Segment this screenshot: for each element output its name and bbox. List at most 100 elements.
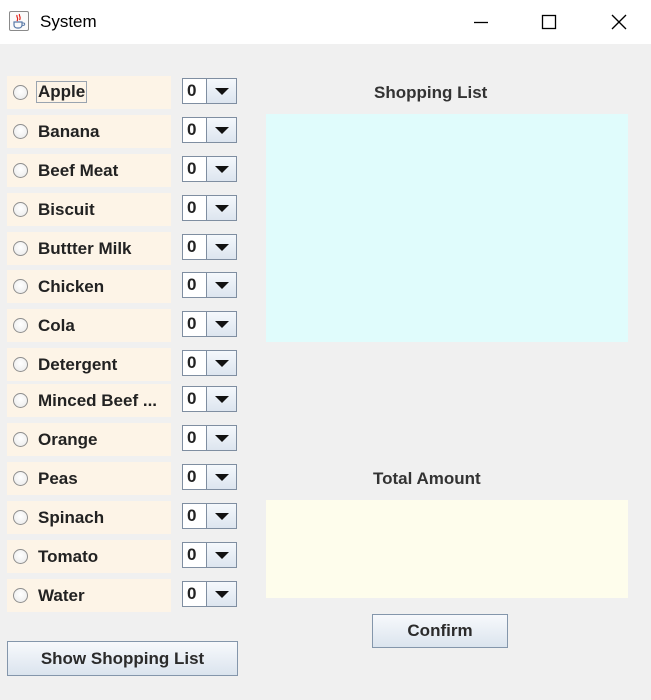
quantity-value: 0 xyxy=(187,584,197,603)
item-label[interactable]: Apple xyxy=(35,81,88,103)
chevron-down-icon[interactable] xyxy=(206,504,236,528)
item-cell[interactable]: Biscuit xyxy=(7,193,171,226)
item-row-cola: Cola 0 xyxy=(7,309,237,342)
minimize-button[interactable] xyxy=(458,0,504,44)
minimize-icon xyxy=(474,21,488,24)
quantity-dropdown[interactable]: 0 xyxy=(182,117,237,143)
chevron-down-icon[interactable] xyxy=(206,387,236,411)
item-label[interactable]: Spinach xyxy=(38,508,104,528)
item-row-water: Water 0 xyxy=(7,579,237,612)
item-label[interactable]: Cola xyxy=(38,316,75,336)
item-cell[interactable]: Chicken xyxy=(7,270,171,303)
item-radio[interactable] xyxy=(13,393,28,408)
chevron-down-icon[interactable] xyxy=(206,543,236,567)
close-icon xyxy=(611,14,627,30)
show-shopping-list-button[interactable]: Show Shopping List xyxy=(7,641,238,676)
item-cell[interactable]: Detergent xyxy=(7,348,171,381)
chevron-down-icon[interactable] xyxy=(206,273,236,297)
quantity-dropdown[interactable]: 0 xyxy=(182,350,237,376)
quantity-value: 0 xyxy=(187,506,197,525)
item-radio[interactable] xyxy=(13,124,28,139)
item-cell[interactable]: Minced Beef ... xyxy=(7,384,171,417)
title-bar: System xyxy=(0,0,651,44)
quantity-value: 0 xyxy=(187,389,197,408)
quantity-dropdown[interactable]: 0 xyxy=(182,542,237,568)
item-cell[interactable]: Buttter Milk xyxy=(7,232,171,265)
item-cell[interactable]: Tomato xyxy=(7,540,171,573)
quantity-value: 0 xyxy=(187,314,197,333)
item-label[interactable]: Peas xyxy=(38,469,78,489)
item-row-chicken: Chicken 0 xyxy=(7,270,237,303)
item-radio[interactable] xyxy=(13,279,28,294)
item-cell[interactable]: Beef Meat xyxy=(7,154,171,187)
quantity-dropdown[interactable]: 0 xyxy=(182,156,237,182)
quantity-dropdown[interactable]: 0 xyxy=(182,581,237,607)
item-radio[interactable] xyxy=(13,318,28,333)
item-cell[interactable]: Water xyxy=(7,579,171,612)
item-radio[interactable] xyxy=(13,549,28,564)
quantity-value: 0 xyxy=(187,198,197,217)
item-label[interactable]: Chicken xyxy=(38,277,104,297)
item-cell[interactable]: Cola xyxy=(7,309,171,342)
item-label[interactable]: Orange xyxy=(38,430,98,450)
maximize-icon xyxy=(541,14,557,30)
chevron-down-icon[interactable] xyxy=(206,582,236,606)
item-cell[interactable]: Spinach xyxy=(7,501,171,534)
quantity-value: 0 xyxy=(187,275,197,294)
item-label[interactable]: Detergent xyxy=(38,355,117,375)
quantity-value: 0 xyxy=(187,545,197,564)
item-row-biscuit: Biscuit 0 xyxy=(7,193,237,226)
quantity-value: 0 xyxy=(187,120,197,139)
item-radio[interactable] xyxy=(13,163,28,178)
item-radio[interactable] xyxy=(13,432,28,447)
chevron-down-icon[interactable] xyxy=(206,312,236,336)
item-radio[interactable] xyxy=(13,241,28,256)
quantity-dropdown[interactable]: 0 xyxy=(182,272,237,298)
chevron-down-icon[interactable] xyxy=(206,426,236,450)
quantity-dropdown[interactable]: 0 xyxy=(182,503,237,529)
quantity-dropdown[interactable]: 0 xyxy=(182,234,237,260)
item-radio[interactable] xyxy=(13,510,28,525)
item-cell[interactable]: Peas xyxy=(7,462,171,495)
chevron-down-icon[interactable] xyxy=(206,79,236,103)
item-radio[interactable] xyxy=(13,202,28,217)
item-label[interactable]: Buttter Milk xyxy=(38,239,132,259)
item-cell[interactable]: Apple xyxy=(7,76,171,109)
quantity-value: 0 xyxy=(187,159,197,178)
chevron-down-icon[interactable] xyxy=(206,196,236,220)
item-label[interactable]: Banana xyxy=(38,122,99,142)
confirm-button[interactable]: Confirm xyxy=(372,614,508,648)
total-amount-area[interactable] xyxy=(266,500,628,598)
chevron-down-icon[interactable] xyxy=(206,157,236,181)
item-cell[interactable]: Orange xyxy=(7,423,171,456)
item-label[interactable]: Minced Beef ... xyxy=(38,391,157,411)
quantity-value: 0 xyxy=(187,467,197,486)
item-label[interactable]: Tomato xyxy=(38,547,98,567)
quantity-dropdown[interactable]: 0 xyxy=(182,425,237,451)
item-row-beef-meat: Beef Meat 0 xyxy=(7,154,237,187)
item-label[interactable]: Biscuit xyxy=(38,200,95,220)
total-amount-label: Total Amount xyxy=(373,469,481,488)
item-row-peas: Peas 0 xyxy=(7,462,237,495)
item-cell[interactable]: Banana xyxy=(7,115,171,148)
quantity-dropdown[interactable]: 0 xyxy=(182,311,237,337)
item-radio[interactable] xyxy=(13,471,28,486)
quantity-dropdown[interactable]: 0 xyxy=(182,386,237,412)
close-button[interactable] xyxy=(596,0,642,44)
chevron-down-icon[interactable] xyxy=(206,235,236,259)
chevron-down-icon[interactable] xyxy=(206,465,236,489)
item-label[interactable]: Water xyxy=(38,586,85,606)
item-radio[interactable] xyxy=(13,588,28,603)
quantity-value: 0 xyxy=(187,237,197,256)
maximize-button[interactable] xyxy=(526,0,572,44)
chevron-down-icon[interactable] xyxy=(206,118,236,142)
shopping-list-area[interactable] xyxy=(266,114,628,342)
quantity-dropdown[interactable]: 0 xyxy=(182,195,237,221)
item-radio[interactable] xyxy=(13,357,28,372)
item-radio[interactable] xyxy=(13,85,28,100)
quantity-dropdown[interactable]: 0 xyxy=(182,464,237,490)
quantity-dropdown[interactable]: 0 xyxy=(182,78,237,104)
item-label[interactable]: Beef Meat xyxy=(38,161,118,181)
quantity-value: 0 xyxy=(187,353,197,372)
chevron-down-icon[interactable] xyxy=(206,351,236,375)
